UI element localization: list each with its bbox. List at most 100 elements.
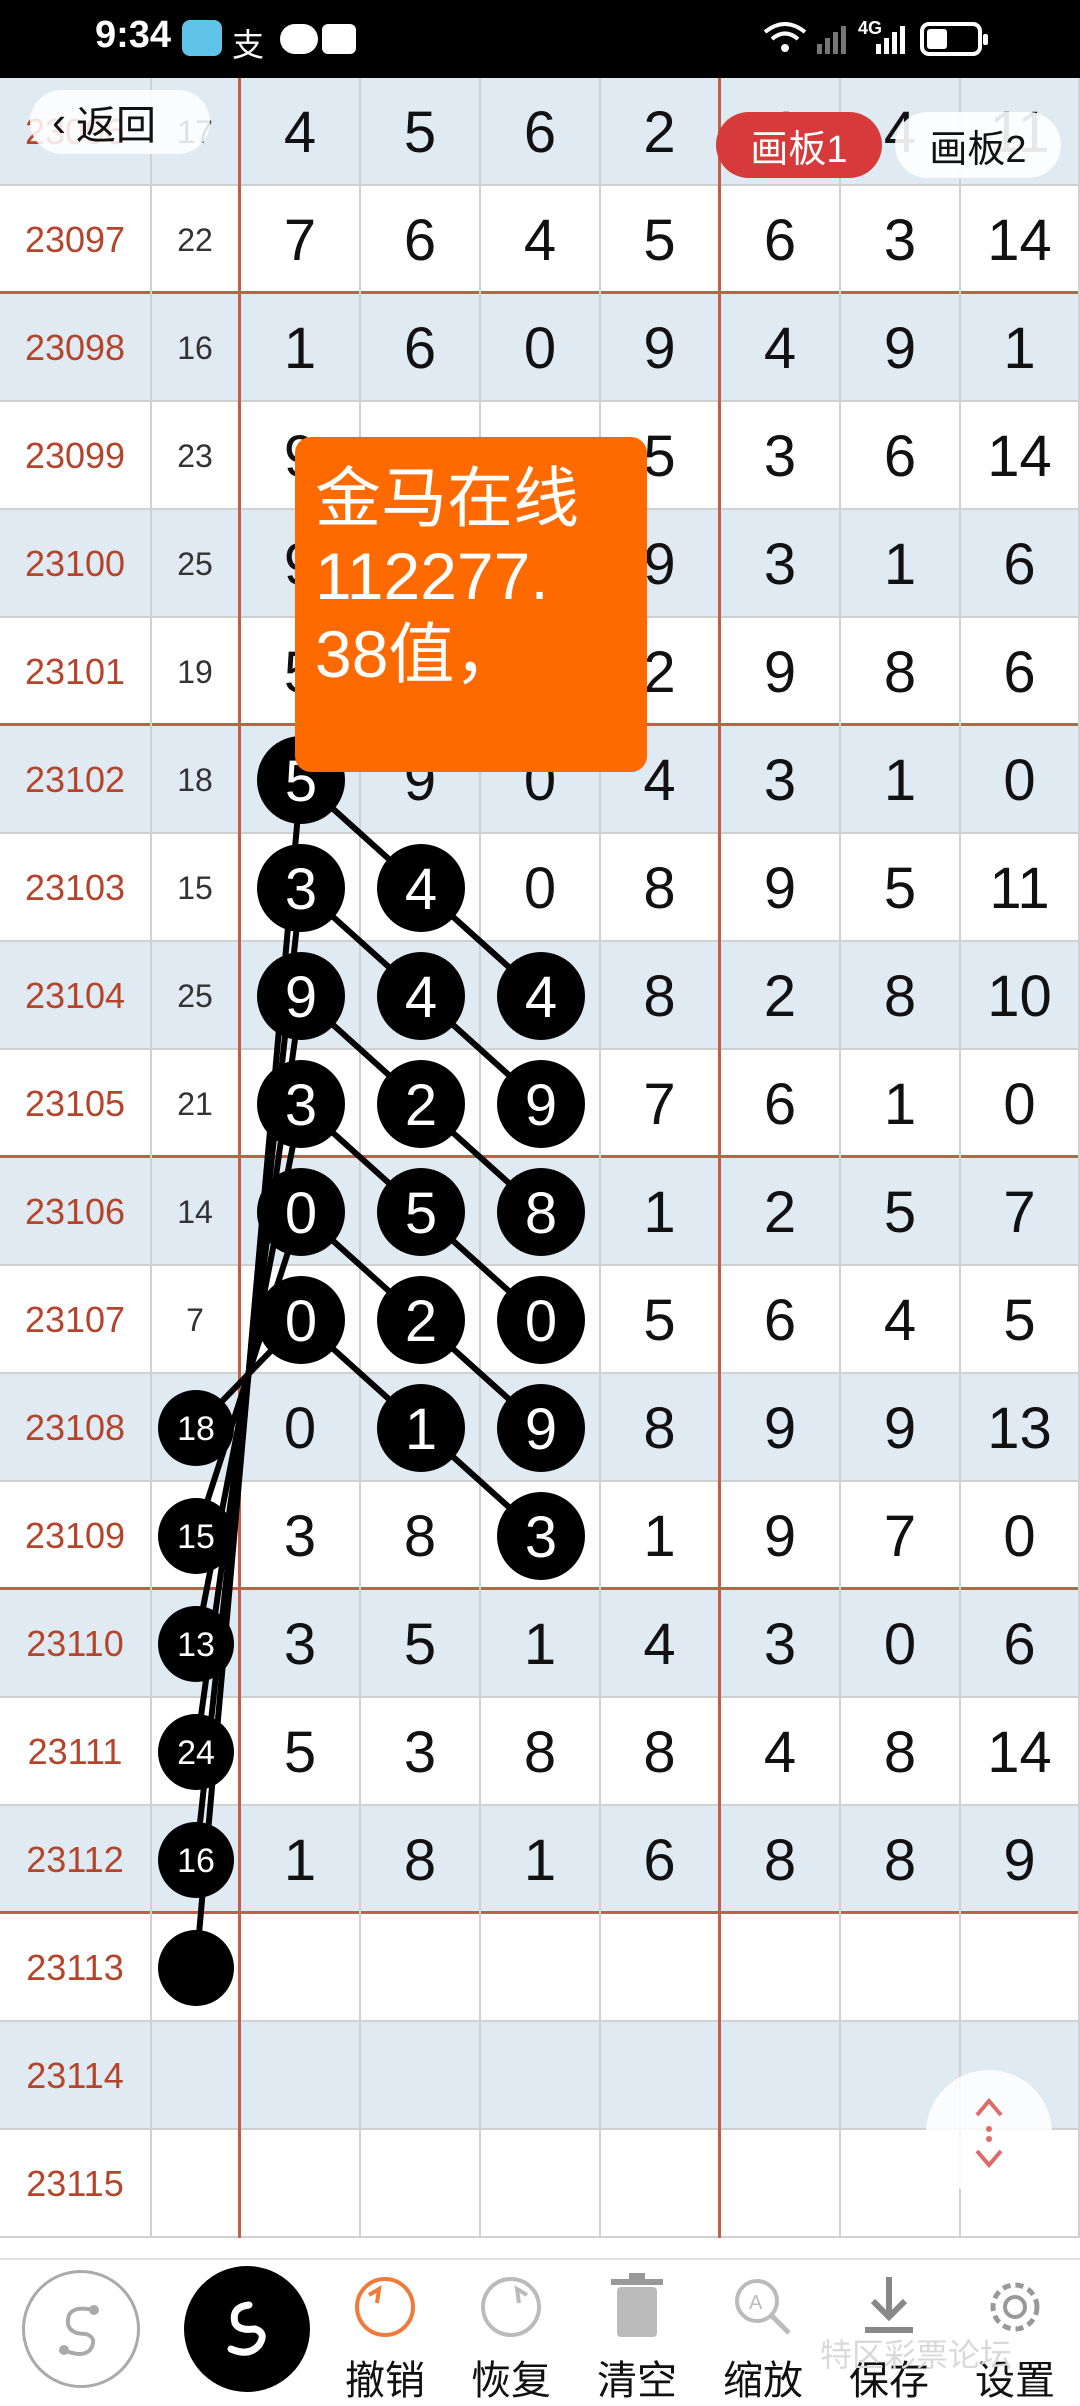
digit-cell: 0 <box>481 834 601 942</box>
digit-cell: 3 <box>361 1698 481 1806</box>
digit-cell: 11 <box>961 834 1080 942</box>
digit-cell: 4 <box>481 942 601 1050</box>
digit-cell: 8 <box>841 1806 961 1914</box>
undo-button[interactable]: 撤销 <box>330 2268 440 2403</box>
digit-cell: 4 <box>481 186 601 294</box>
digit-cell: 2 <box>601 78 721 186</box>
digit-cell: 6 <box>361 294 481 402</box>
curve-icon <box>59 2305 99 2356</box>
digit-cell: 2 <box>721 942 841 1050</box>
table-row[interactable]: 23109 15 3 8 3 1 9 7 0 <box>0 1482 1080 1590</box>
digit-cell: 0 <box>841 1590 961 1698</box>
digit-cell: 9 <box>721 1374 841 1482</box>
table-row[interactable]: 23111 24 5 3 8 8 4 8 14 <box>0 1698 1080 1806</box>
digit-cell: 4 <box>721 294 841 402</box>
digit-cell: 4 <box>601 1590 721 1698</box>
zoom-button[interactable]: A 缩放 <box>708 2268 818 2403</box>
digit-cell: 2 <box>721 1158 841 1266</box>
digit-cell: 7 <box>601 1050 721 1158</box>
digit-cell: 4 <box>361 834 481 942</box>
period-cell: 23098 <box>0 294 152 402</box>
huawei-icon <box>322 24 356 54</box>
digit-cell <box>241 2130 361 2238</box>
digit-cell: 7 <box>841 1482 961 1590</box>
digit-cell: 3 <box>241 1050 361 1158</box>
status-time: 9:34 <box>95 14 172 56</box>
digit-cell: 14 <box>961 1698 1080 1806</box>
period-cell: 23105 <box>0 1050 152 1158</box>
note-line-1: 金马在线 <box>315 461 579 535</box>
digit-cell: 6 <box>601 1806 721 1914</box>
table-row[interactable]: 23110 13 3 5 1 4 3 0 6 <box>0 1590 1080 1698</box>
digit-cell: 9 <box>841 1374 961 1482</box>
digit-cell: 0 <box>241 1266 361 1374</box>
digit-cell: 8 <box>601 1374 721 1482</box>
digit-cell <box>841 1914 961 2022</box>
table-row[interactable]: 23115 <box>0 2130 1080 2238</box>
tab-board-2[interactable]: 画板2 <box>895 112 1061 178</box>
digit-cell: 10 <box>961 942 1080 1050</box>
period-cell: 23101 <box>0 618 152 726</box>
digit-cell: 9 <box>721 834 841 942</box>
digit-cell <box>241 2022 361 2130</box>
digit-cell <box>241 1914 361 2022</box>
table-row[interactable]: 23112 16 1 8 1 6 8 8 9 <box>0 1806 1080 1914</box>
digit-cell: 8 <box>601 942 721 1050</box>
digit-cell: 8 <box>601 834 721 942</box>
digit-cell: 0 <box>241 1158 361 1266</box>
tab-board-1[interactable]: 画板1 <box>716 112 882 178</box>
digit-cell: 9 <box>841 294 961 402</box>
digit-cell <box>361 2022 481 2130</box>
digit-cell: 3 <box>721 1590 841 1698</box>
digit-cell: 8 <box>481 1698 601 1806</box>
digit-cell: 6 <box>961 510 1080 618</box>
digit-cell: 9 <box>481 1050 601 1158</box>
curve-mode-button[interactable] <box>22 2270 140 2388</box>
freehand-mode-button[interactable] <box>184 2266 310 2392</box>
digit-cell: 1 <box>841 510 961 618</box>
note-line-3: 38值， <box>315 617 521 691</box>
digit-cell: 8 <box>841 618 961 726</box>
trash-icon <box>582 2268 692 2346</box>
table-row[interactable]: 23103 15 3 4 0 8 9 5 11 <box>0 834 1080 942</box>
digit-cell <box>601 2130 721 2238</box>
period-cell: 23097 <box>0 186 152 294</box>
sum-cell: 15 <box>152 1482 241 1590</box>
digit-cell: 8 <box>361 1482 481 1590</box>
table-row[interactable]: 23107 7 0 2 0 5 6 4 5 <box>0 1266 1080 1374</box>
digit-cell: 3 <box>841 186 961 294</box>
digit-cell: 1 <box>361 1374 481 1482</box>
redo-button[interactable]: 恢复 <box>456 2268 566 2403</box>
table-row[interactable]: 23113 <box>0 1914 1080 2022</box>
table-row[interactable]: 23098 16 1 6 0 9 4 9 1 <box>0 294 1080 402</box>
watermark: 特区彩票论坛 <box>820 2337 1013 2373</box>
table-row[interactable]: 23108 18 0 1 9 8 9 9 13 <box>0 1374 1080 1482</box>
sum-cell: 13 <box>152 1590 241 1698</box>
chart-grid[interactable]: 2309617456244112309722764563142309816160… <box>0 78 1080 2258</box>
table-row[interactable]: 23097 22 7 6 4 5 6 3 14 <box>0 186 1080 294</box>
digit-cell: 6 <box>961 1590 1080 1698</box>
digit-cell: 9 <box>961 1806 1080 1914</box>
table-row[interactable]: 23104 25 9 4 4 8 2 8 10 <box>0 942 1080 1050</box>
table-row[interactable]: 23114 <box>0 2022 1080 2130</box>
table-row[interactable]: 23106 14 0 5 8 1 2 5 7 <box>0 1158 1080 1266</box>
undo-label: 撤销 <box>345 2359 425 2403</box>
digit-cell: 5 <box>601 1266 721 1374</box>
digit-cell: 4 <box>721 1698 841 1806</box>
back-button[interactable]: ‹ 返回 <box>30 90 210 154</box>
digit-cell: 5 <box>361 78 481 186</box>
note-line-2: 112277. <box>315 539 549 613</box>
digit-cell: 1 <box>601 1482 721 1590</box>
digit-cell: 0 <box>241 1374 361 1482</box>
digit-cell: 7 <box>241 186 361 294</box>
table-row[interactable]: 23105 21 3 2 9 7 6 1 0 <box>0 1050 1080 1158</box>
sum-cell <box>152 1914 241 2022</box>
digit-cell: 4 <box>241 78 361 186</box>
scroll-toggle-button[interactable] <box>926 2070 1052 2196</box>
clear-button[interactable]: 清空 <box>582 2268 692 2403</box>
digit-cell <box>721 2022 841 2130</box>
back-label: 返回 <box>76 104 156 148</box>
period-cell: 23107 <box>0 1266 152 1374</box>
digit-cell: 6 <box>721 186 841 294</box>
digit-cell: 4 <box>361 942 481 1050</box>
